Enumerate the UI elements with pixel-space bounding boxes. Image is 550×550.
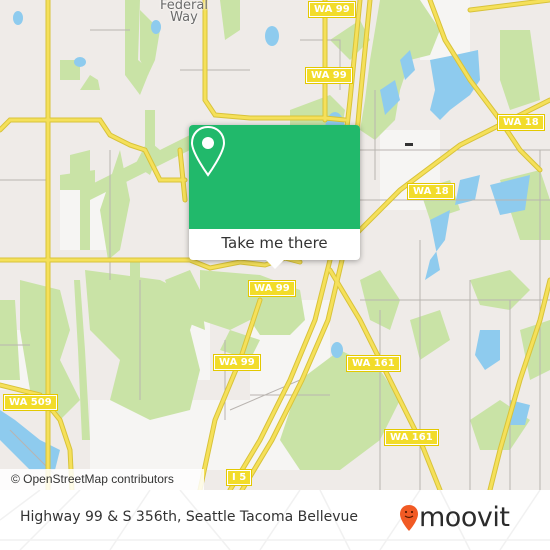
popup-pointer: [266, 260, 284, 269]
map-view[interactable]: Federal Way WA 99 WA 99 WA 18 WA 18 WA 9…: [0, 0, 550, 490]
road-shield-wa161: WA 161: [384, 429, 439, 446]
road-shield-wa18: WA 18: [407, 183, 455, 200]
road-shield-wa99: WA 99: [305, 67, 353, 84]
take-me-there-button[interactable]: Take me there: [189, 229, 360, 260]
place-label-federal-way: Federal Way: [160, 0, 208, 25]
location-title: Highway 99 & S 356th, Seattle Tacoma Bel…: [20, 509, 359, 525]
road-shield-i5: I 5: [225, 469, 253, 486]
map-attribution[interactable]: © OpenStreetMap contributors: [0, 469, 204, 490]
map-pin-icon: [190, 125, 226, 177]
moovit-wordmark: moovit: [419, 502, 510, 533]
moovit-logo[interactable]: moovit: [399, 500, 539, 536]
road-shield-wa99: WA 99: [213, 354, 261, 371]
road-shield-wa509: WA 509: [3, 394, 58, 411]
road-shield-wa99: WA 99: [248, 280, 296, 297]
road-shield-wa161: WA 161: [346, 355, 401, 372]
popup-header: [189, 125, 360, 229]
footer-bar: Highway 99 & S 356th, Seattle Tacoma Bel…: [0, 490, 550, 550]
map-marker-dash: [405, 143, 413, 146]
road-shield-wa18: WA 18: [497, 114, 545, 131]
location-popup: Take me there: [189, 125, 360, 269]
moovit-smiley-pin-icon: [400, 505, 418, 531]
road-shield-wa99: WA 99: [308, 1, 356, 18]
